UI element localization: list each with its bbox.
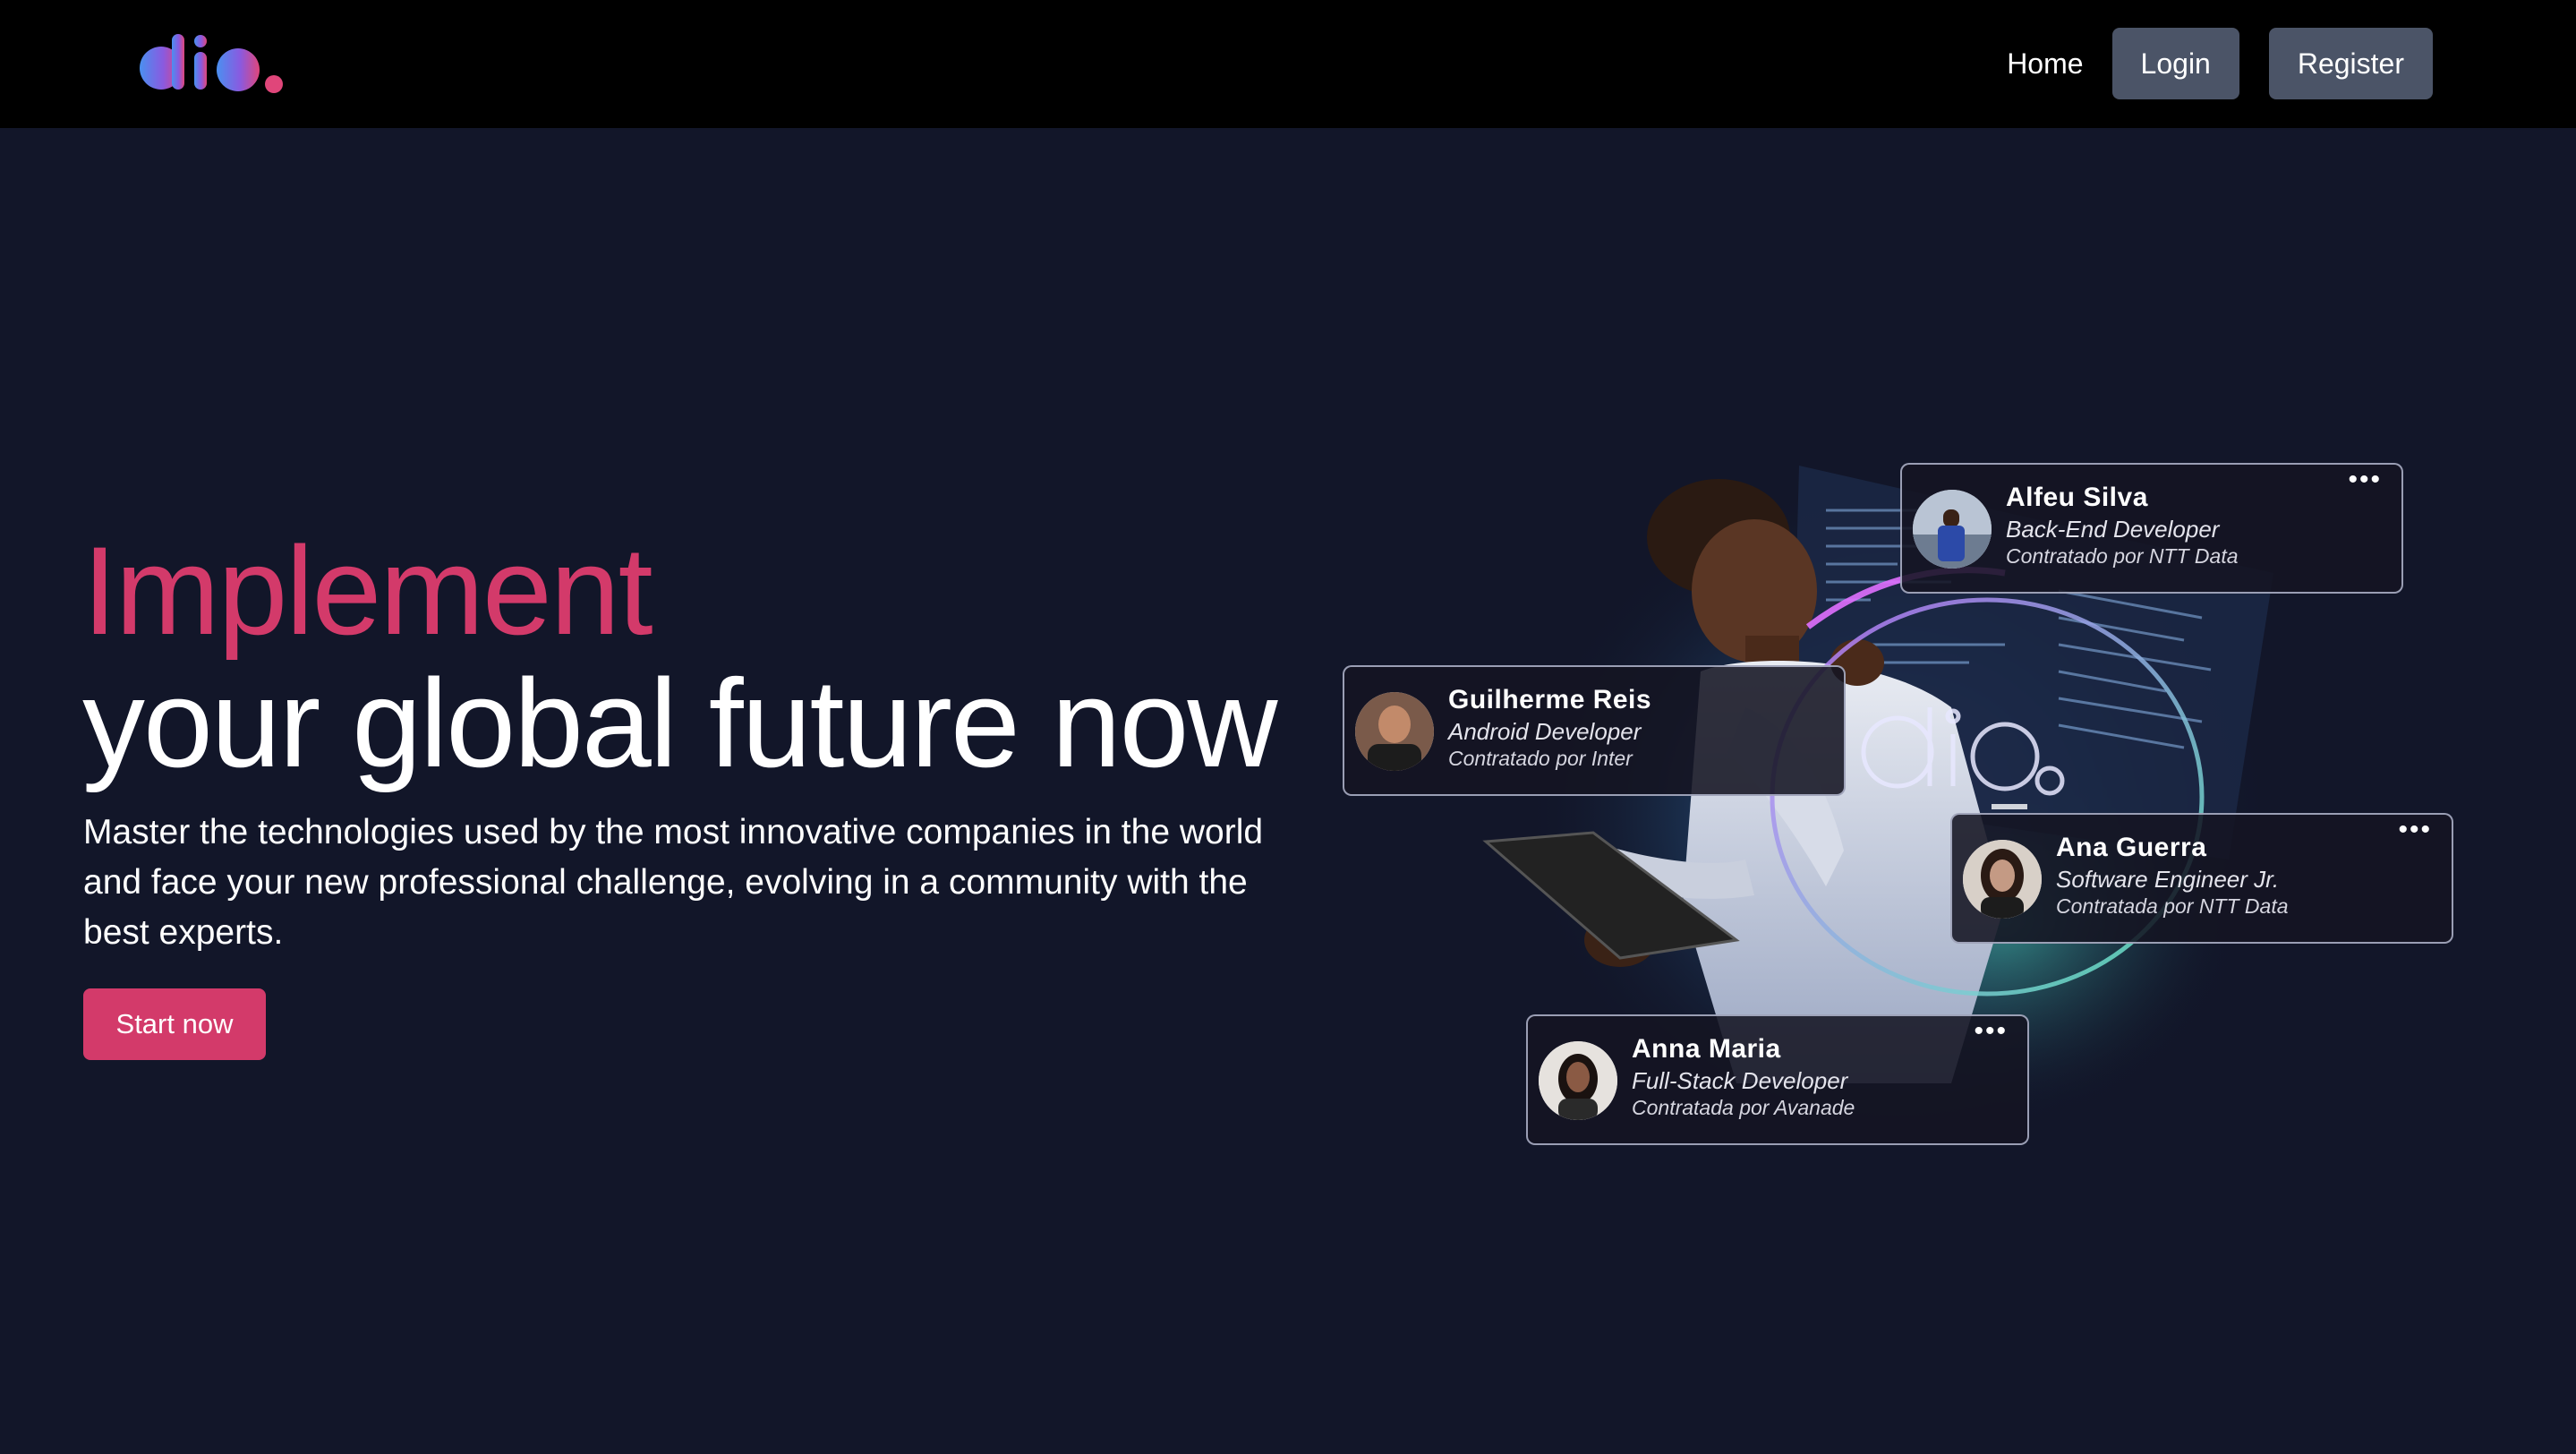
card-hired-by: Contratado por Inter <box>1448 747 1633 770</box>
person-avatar-icon <box>1355 692 1434 771</box>
more-options-icon[interactable]: ••• <box>2348 466 2382 493</box>
login-button[interactable]: Login <box>2111 28 2239 99</box>
card-role: Full-Stack Developer <box>1632 1067 1848 1094</box>
person-avatar-icon <box>1913 490 1992 569</box>
hero-title: Implement your global future now <box>82 520 1278 793</box>
profile-card: Anna Maria Full-Stack Developer Contrata… <box>1526 1014 2029 1145</box>
avatar <box>1913 490 1992 569</box>
card-hired-by: Contratada por Avanade <box>1632 1096 1855 1119</box>
dio-logo[interactable] <box>138 30 290 98</box>
hero-title-accent: Implement <box>82 520 653 661</box>
card-name: Anna Maria <box>1632 1034 1781 1064</box>
hero-subtitle: Master the technologies used by the most… <box>83 813 1264 952</box>
nav-home-link[interactable]: Home <box>2007 47 2083 81</box>
card-role: Software Engineer Jr. <box>2056 866 2280 893</box>
profile-card: Alfeu Silva Back-End Developer Contratad… <box>1900 463 2403 594</box>
card-name: Guilherme Reis <box>1448 685 1652 714</box>
more-options-icon[interactable]: ••• <box>1974 1018 2008 1045</box>
dio-logo-mark <box>140 34 283 93</box>
person-avatar-icon <box>1963 840 2042 919</box>
top-navbar: Home Login Register <box>0 0 2576 128</box>
avatar <box>1539 1041 1617 1120</box>
avatar <box>1355 692 1434 771</box>
avatar <box>1963 840 2042 919</box>
card-hired-by: Contratado por NTT Data <box>2006 544 2239 568</box>
card-role: Android Developer <box>1448 718 1642 745</box>
profile-card: Ana Guerra Software Engineer Jr. Contrat… <box>1950 813 2453 944</box>
profile-card: Guilherme Reis Android Developer Contrat… <box>1343 665 1846 796</box>
card-hired-by: Contratada por NTT Data <box>2056 894 2289 918</box>
main-nav: Home Login Register <box>2007 28 2433 99</box>
start-now-button[interactable]: Start now <box>83 988 266 1060</box>
hero-illustration: Alfeu Silva Back-End Developer Contratad… <box>1325 439 2488 1191</box>
card-name: Alfeu Silva <box>2006 483 2148 512</box>
card-role: Back-End Developer <box>2006 516 2220 543</box>
card-name: Ana Guerra <box>2056 833 2207 862</box>
hero-title-main: your global future now <box>82 653 1278 793</box>
person-avatar-icon <box>1539 1041 1617 1120</box>
more-options-icon[interactable]: ••• <box>2398 817 2432 843</box>
register-button[interactable]: Register <box>2268 28 2433 99</box>
